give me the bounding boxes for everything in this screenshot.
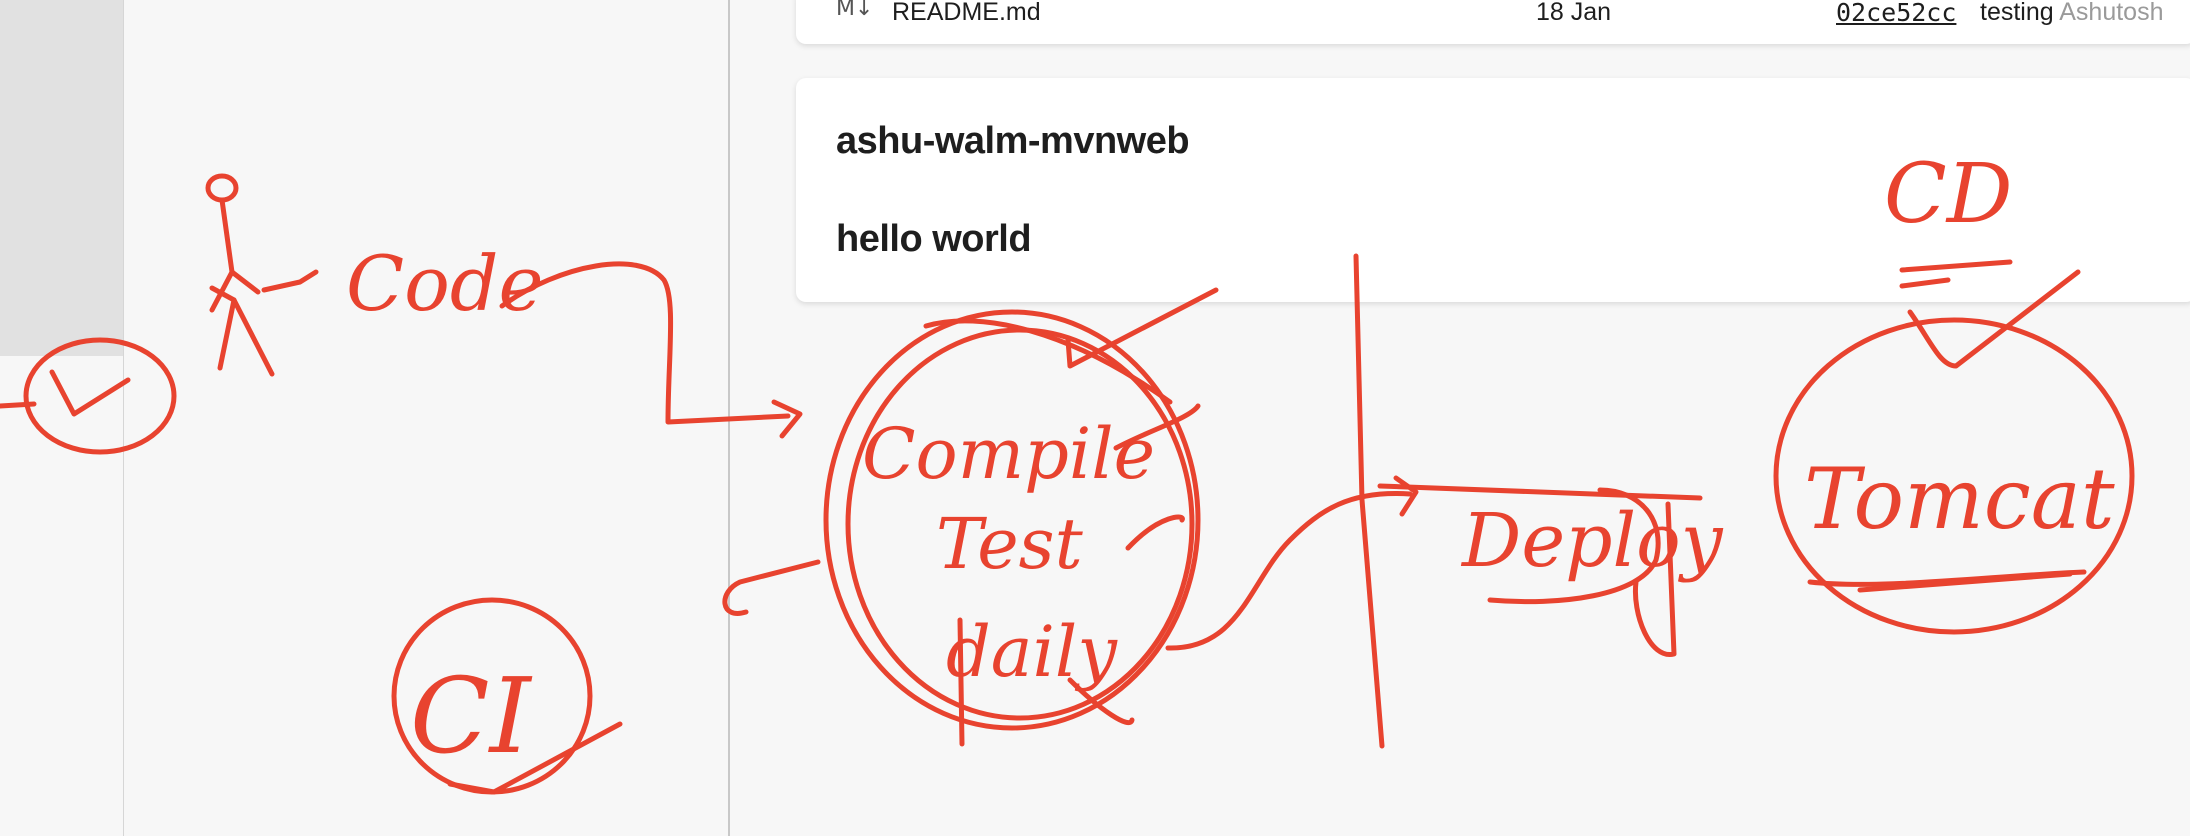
test-label: Test	[936, 503, 1084, 585]
cd-underline-short	[1899, 277, 1951, 289]
tomcat-label: Tomcat	[1804, 450, 2115, 548]
ci-cd-separator	[1353, 253, 1385, 749]
cd-underline	[1899, 259, 2013, 273]
daily-label: daily	[946, 611, 1118, 693]
ink-annotation-layer: Code CI Compile Test daily Deploy CD Tom…	[0, 147, 2135, 795]
code-arrow	[499, 261, 803, 439]
deploy-label: Deploy	[1460, 498, 1724, 584]
compile-label: Compile	[862, 413, 1155, 495]
left-check-circle	[0, 337, 177, 455]
developer-figure	[205, 173, 319, 377]
ci-label: CI	[410, 655, 533, 777]
cd-label: CD	[1884, 147, 2013, 242]
code-label: Code	[346, 239, 544, 328]
